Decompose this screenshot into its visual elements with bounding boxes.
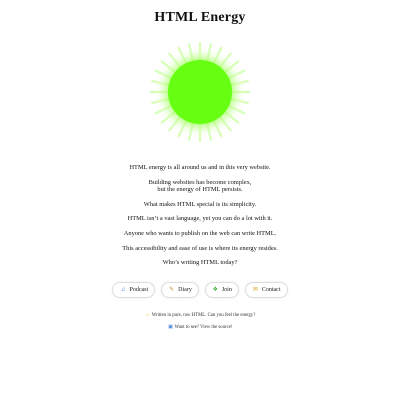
sun-core xyxy=(168,60,232,124)
contact-button[interactable]: ✉ Contact xyxy=(244,282,288,298)
nav-buttons: ♫ Podcast ✎ Diary ❖ Join ✉ Contact xyxy=(0,282,400,298)
diary-label: Diary xyxy=(178,287,192,293)
intro-line: Building websites has become complex, xyxy=(148,178,252,186)
sun-graphic xyxy=(150,42,250,142)
envelope-icon: ✉ xyxy=(252,286,258,293)
footer-written: ☼ Written in pure, raw HTML. Can you fee… xyxy=(0,313,400,318)
page-title: HTML Energy xyxy=(154,10,246,25)
intro-paragraph-complex: Building websites has become complex, bu… xyxy=(0,179,400,194)
sun-icon: ☼ xyxy=(145,313,150,318)
intro-line: HTML isn’t a vast language, yet you can … xyxy=(127,215,273,223)
footer-written-text: Written in pure, raw HTML. Can you feel … xyxy=(151,313,256,318)
page: HTML Energy HTML energy is all around us… xyxy=(0,0,400,400)
podcast-label: Podcast xyxy=(129,287,149,293)
intro-line: This accessibility and ease of use is wh… xyxy=(122,244,278,252)
intro-text: HTML energy is all around us and in this… xyxy=(0,164,400,274)
notebook-icon: ✎ xyxy=(169,286,175,293)
contact-label: Contact xyxy=(261,287,281,293)
intro-line: but the energy of HTML persists. xyxy=(157,186,243,194)
intro-line: What makes HTML special is its simplicit… xyxy=(143,200,257,208)
intro-question: Who’s writing HTML today? xyxy=(162,259,238,267)
join-label: Join xyxy=(221,287,232,293)
intro-line: HTML energy is all around us and in this… xyxy=(129,164,271,171)
podcast-button[interactable]: ♫ Podcast xyxy=(112,282,156,298)
intro-line: Anyone who wants to publish on the web c… xyxy=(123,229,277,237)
footer-source: ▣ Want to see? View the source! xyxy=(0,324,400,330)
join-button[interactable]: ❖ Join xyxy=(204,282,239,298)
computer-icon: ▣ xyxy=(168,325,173,330)
join-icon: ❖ xyxy=(212,286,219,293)
view-source-link[interactable]: Want to see? View the source! xyxy=(175,325,233,330)
diary-button[interactable]: ✎ Diary xyxy=(161,282,199,298)
energy-sun xyxy=(150,42,250,142)
music-note-icon: ♫ xyxy=(120,286,126,293)
